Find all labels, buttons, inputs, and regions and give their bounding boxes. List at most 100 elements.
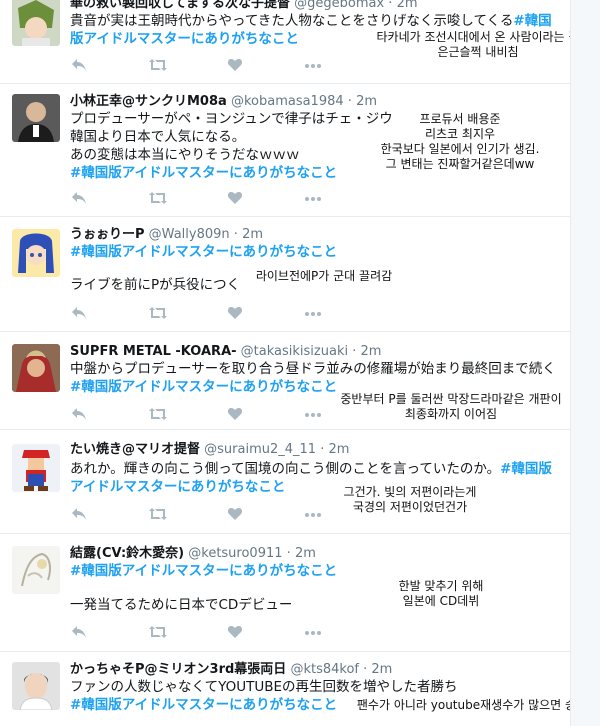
- user-name[interactable]: たい焼き@マリオ提督: [70, 442, 200, 457]
- retweet-icon[interactable]: [148, 190, 168, 206]
- user-name[interactable]: SUPFR METAL -KOARA-: [70, 344, 237, 359]
- tweet-card[interactable]: 小林正幸@サンクリM08a @kobamasa1984 · 2m プロデューサー…: [0, 84, 570, 217]
- user-handle[interactable]: @kobamasa1984: [231, 94, 344, 109]
- tweet-text: 中盤からプロデューサーを取り合う昼ドラ並みの修羅場が始まり最終回まで続く #韓国…: [70, 360, 564, 396]
- hashtag-link[interactable]: #韓国版アイドルマスターにありがちなこと: [70, 697, 337, 713]
- hashtag-link[interactable]: #韓国版アイドルマスターにありがちなこと: [70, 165, 337, 181]
- korean-translation: 한발 맞추기 위해 일본에 CD데뷔: [376, 579, 506, 609]
- anime-avatar-icon[interactable]: [12, 229, 60, 277]
- hashtag-link[interactable]: 版アイドルマスターにありがちなこと: [70, 31, 299, 47]
- person-avatar-icon[interactable]: [12, 662, 60, 710]
- more-icon[interactable]: [303, 406, 323, 422]
- tweet-card[interactable]: うぉぉりーP @Wally809n · 2m #韓国版アイドルマスターにありがち…: [0, 217, 570, 332]
- retweet-icon[interactable]: [148, 305, 168, 321]
- hashtag-link[interactable]: #韓国版アイドルマスターにありがちなこと: [70, 244, 337, 260]
- korean-translation: 팬수가 아니라 youtube재생수가 많으면 승리: [346, 698, 570, 713]
- retweet-icon[interactable]: [148, 57, 168, 73]
- tweet-actions: [70, 305, 340, 321]
- reply-icon[interactable]: [70, 624, 90, 640]
- more-icon[interactable]: [303, 305, 323, 321]
- tweet-card[interactable]: SUPFR METAL -KOARA- @takasikisizuaki · 2…: [0, 332, 570, 430]
- user-name[interactable]: かっちゃそP@ミリオン3rd幕張両日: [70, 662, 286, 677]
- like-icon[interactable]: [227, 57, 247, 73]
- timestamp[interactable]: 2m: [329, 442, 350, 457]
- user-handle[interactable]: @suraimu2_4_11: [204, 442, 316, 457]
- more-icon[interactable]: [303, 190, 323, 206]
- tweet-header: SUPFR METAL -KOARA- @takasikisizuaki · 2…: [70, 344, 381, 360]
- user-handle[interactable]: @kts84kof: [290, 662, 359, 677]
- like-icon[interactable]: [227, 305, 247, 321]
- korean-translation: 중반부터 P를 둘러싼 막장드라마같은 개판이 최종화까지 이어짐: [331, 392, 570, 422]
- tweet-card[interactable]: かっちゃそP@ミリオン3rd幕張両日 @kts84kof · 2m ファンの人数…: [0, 652, 570, 726]
- reply-icon[interactable]: [70, 406, 90, 422]
- retweet-icon[interactable]: [148, 506, 168, 522]
- translation-line: 일본에 CD데뷔: [402, 594, 480, 608]
- tweet-card[interactable]: 結露(CV:鈴木愛奈) @ketsuro0911 · 2m #韓国版アイドルマス…: [0, 534, 570, 652]
- tweet-line: あの変態は本当にやりそうだなｗｗｗ: [70, 147, 300, 163]
- separator: ·: [233, 227, 238, 242]
- reply-icon[interactable]: [70, 57, 90, 73]
- mario-avatar-icon[interactable]: [12, 444, 60, 492]
- tweet-line: 韓国より日本で人気になる。: [70, 129, 246, 145]
- user-name[interactable]: 結露(CV:鈴木愛奈): [70, 546, 184, 561]
- user-name[interactable]: 華の救い製回収してまする次な子提督: [70, 0, 290, 11]
- reply-icon[interactable]: [70, 506, 90, 522]
- tweet-header: 華の救い製回収してまする次な子提督 @gegebomax · 2m: [70, 0, 418, 12]
- like-icon[interactable]: [227, 624, 247, 640]
- reply-icon[interactable]: [70, 305, 90, 321]
- hashtag-link[interactable]: #韓国版アイドルマスターにありがちなこと: [70, 379, 337, 395]
- separator: ·: [388, 0, 393, 11]
- user-name[interactable]: うぉぉりーP: [70, 227, 145, 242]
- user-handle[interactable]: @takasikisizuaki: [241, 344, 348, 359]
- user-handle[interactable]: @Wally809n: [149, 227, 230, 242]
- hashtag-link[interactable]: #韓国版: [500, 461, 552, 477]
- tweet-card[interactable]: 華の救い製回収してまする次な子提督 @gegebomax · 2m 貴音が実は王…: [0, 0, 570, 84]
- timestamp[interactable]: 2m: [295, 546, 316, 561]
- like-icon[interactable]: [227, 506, 247, 522]
- hashtag-link[interactable]: #韓国版アイドルマスターにありがちなこと: [70, 563, 337, 579]
- timestamp[interactable]: 2m: [361, 344, 382, 359]
- translation-line: 한국보다 일본에서 인기가 생김.: [380, 142, 540, 156]
- hashtag-link[interactable]: アイドルマスターにありがちなこと: [70, 479, 285, 495]
- anime-avatar-icon[interactable]: [12, 0, 60, 46]
- translation-line: 은근슬쩍 내비침: [437, 45, 519, 59]
- tweet-actions: [70, 624, 340, 640]
- translation-line: 라이브전에P가 군대 끌려감: [255, 269, 393, 283]
- translation-line: 그 변태는 진짜할거같은데ww: [385, 157, 535, 171]
- tweet-timeline: 華の救い製回収してまする次な子提督 @gegebomax · 2m 貴音が実は王…: [0, 0, 571, 726]
- tweet-header: 結露(CV:鈴木愛奈) @ketsuro0911 · 2m: [70, 546, 316, 562]
- user-name[interactable]: 小林正幸@サンクリM08a: [70, 94, 227, 109]
- timestamp[interactable]: 2m: [397, 0, 418, 11]
- more-icon[interactable]: [303, 57, 323, 73]
- person-avatar-icon[interactable]: [12, 94, 60, 142]
- retweet-icon[interactable]: [148, 624, 168, 640]
- tweet-line: あれか。輝きの向こう側って国境の向こう側のことを言っていたのか。: [70, 461, 501, 477]
- translation-line: 중반부터 P를 둘러싼 막장드라마같은 개판이: [340, 392, 562, 406]
- tweet-actions: [70, 406, 340, 422]
- separator: ·: [352, 344, 357, 359]
- korean-translation: 라이브전에P가 군대 끌려감: [244, 269, 404, 284]
- tweet-actions: [70, 57, 340, 73]
- user-handle[interactable]: @gegebomax: [294, 0, 384, 11]
- translation-line: 한발 맞추기 위해: [398, 579, 484, 593]
- sketch-avatar-icon[interactable]: [12, 546, 60, 594]
- hashtag-link[interactable]: #韓国: [513, 13, 551, 29]
- like-icon[interactable]: [227, 406, 247, 422]
- translation-line: 최종화까지 이어짐: [404, 407, 498, 421]
- more-icon[interactable]: [303, 624, 323, 640]
- user-handle[interactable]: @ketsuro0911: [188, 546, 282, 561]
- anime-avatar-icon[interactable]: [12, 344, 60, 392]
- separator: ·: [347, 94, 352, 109]
- timestamp[interactable]: 2m: [371, 662, 392, 677]
- tweet-card[interactable]: たい焼き@マリオ提督 @suraimu2_4_11 · 2m あれか。輝きの向こ…: [0, 430, 570, 534]
- translation-line: 프로듀서 배용준: [419, 112, 501, 126]
- like-icon[interactable]: [227, 190, 247, 206]
- reply-icon[interactable]: [70, 190, 90, 206]
- translation-line: 그건가. 빛의 저편이라는게: [343, 485, 477, 499]
- tweet-header: うぉぉりーP @Wally809n · 2m: [70, 227, 263, 243]
- timestamp[interactable]: 2m: [242, 227, 263, 242]
- timestamp[interactable]: 2m: [356, 94, 377, 109]
- translation-line: 리츠코 최지우: [424, 127, 496, 141]
- retweet-icon[interactable]: [148, 406, 168, 422]
- tweet-line: 中盤からプロデューサーを取り合う昼ドラ並みの修羅場が始まり最終回まで続く: [70, 361, 556, 377]
